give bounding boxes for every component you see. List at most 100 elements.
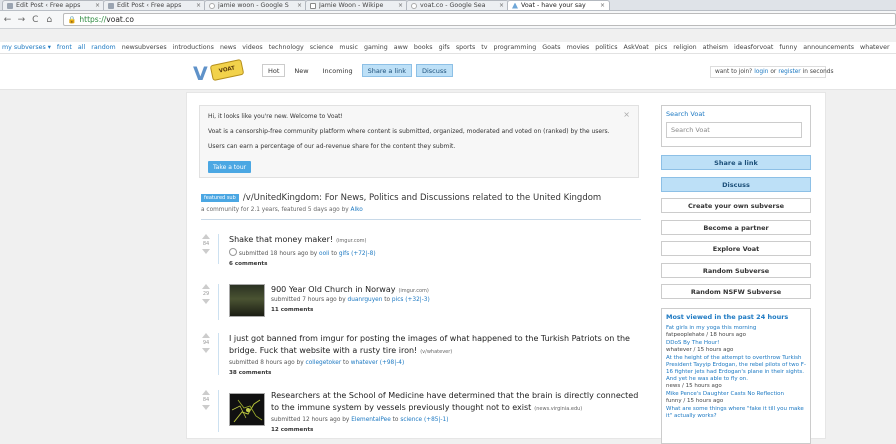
subverse-link[interactable]: whatever bbox=[351, 360, 378, 366]
take-tour-button[interactable]: Take a tour bbox=[208, 161, 251, 173]
subverse-nav-link[interactable]: sports bbox=[456, 44, 475, 51]
post-domain[interactable]: (news.virginia.edu) bbox=[534, 406, 582, 412]
post-title[interactable]: 900 Year Old Church in Norway bbox=[271, 285, 395, 294]
subverse-nav-link[interactable]: aww bbox=[394, 44, 408, 51]
subverse-nav-link[interactable]: religion bbox=[673, 44, 696, 51]
subverse-nav-link[interactable]: newsubverses bbox=[122, 44, 167, 51]
comments-link[interactable]: 12 comments bbox=[271, 427, 645, 433]
subverse-nav-link[interactable]: news bbox=[220, 44, 236, 51]
subverse-nav-link[interactable]: technology bbox=[269, 44, 304, 51]
close-icon[interactable]: × bbox=[623, 110, 630, 119]
featured-user-link[interactable]: Alko bbox=[351, 207, 363, 213]
close-icon[interactable]: × bbox=[196, 2, 201, 9]
most-viewed-link[interactable]: DDoS By The Hour! bbox=[666, 340, 806, 347]
user-link[interactable]: collegetoker bbox=[306, 360, 342, 366]
subverse-nav-link[interactable]: introductions bbox=[173, 44, 214, 51]
browser-tab[interactable]: voat.co - Google Sea× bbox=[406, 0, 509, 10]
most-viewed-link[interactable]: What are some things where "fake it till… bbox=[666, 406, 806, 420]
post-thumbnail[interactable] bbox=[229, 393, 265, 426]
most-viewed-link[interactable]: At the height of the attempt to overthro… bbox=[666, 355, 806, 383]
tab-incoming[interactable]: Incoming bbox=[318, 64, 358, 77]
upvote-arrow-icon[interactable] bbox=[202, 284, 210, 289]
discuss-button[interactable]: Discuss bbox=[661, 177, 811, 192]
upvote-arrow-icon[interactable] bbox=[202, 333, 210, 338]
subverse-link[interactable]: science bbox=[400, 417, 422, 423]
post-domain[interactable]: (v/whatever) bbox=[420, 349, 452, 355]
subverse-link[interactable]: gifs bbox=[339, 251, 349, 257]
subverse-nav-link[interactable]: all bbox=[78, 44, 85, 51]
subverse-nav-link[interactable]: gifs bbox=[439, 44, 450, 51]
subverse-link[interactable]: pics bbox=[392, 297, 404, 303]
subverse-nav-link[interactable]: gaming bbox=[364, 44, 388, 51]
post-thumbnail[interactable] bbox=[229, 284, 265, 317]
upvote-arrow-icon[interactable] bbox=[202, 234, 210, 239]
upvote-arrow-icon[interactable] bbox=[202, 390, 210, 395]
subverse-nav-link[interactable]: ideasforvoat bbox=[734, 44, 773, 51]
close-icon[interactable]: × bbox=[499, 2, 504, 9]
downvote-arrow-icon[interactable] bbox=[202, 405, 210, 410]
share-link-button[interactable]: Share a link bbox=[661, 155, 811, 170]
subverse-nav-link[interactable]: videos bbox=[242, 44, 262, 51]
comments-link[interactable]: 6 comments bbox=[229, 261, 639, 267]
subverse-nav-link[interactable]: random bbox=[91, 44, 115, 51]
close-icon[interactable]: × bbox=[600, 2, 605, 9]
subverse-nav-link[interactable]: books bbox=[414, 44, 433, 51]
voat-logo[interactable]: V VOAT bbox=[193, 59, 251, 83]
featured-title[interactable]: /v/UnitedKingdom: For News, Politics and… bbox=[243, 193, 601, 203]
tab-hot[interactable]: Hot bbox=[262, 64, 285, 77]
subverse-nav-link[interactable]: music bbox=[339, 44, 358, 51]
browser-tab[interactable]: Edit Post ‹ Free apps× bbox=[2, 0, 105, 10]
share-link-button[interactable]: Share a link bbox=[362, 64, 412, 77]
subverse-nav-link[interactable]: funny bbox=[779, 44, 797, 51]
close-icon[interactable]: × bbox=[297, 2, 302, 9]
close-icon[interactable]: × bbox=[398, 2, 403, 9]
downvote-arrow-icon[interactable] bbox=[202, 348, 210, 353]
subverse-nav-link[interactable]: front bbox=[57, 44, 72, 51]
subverse-nav-link[interactable]: whatever bbox=[860, 44, 890, 51]
random-subverse-button[interactable]: Random Subverse bbox=[661, 263, 811, 278]
most-viewed-link[interactable]: Fat girls in my yoga this morning bbox=[666, 325, 806, 332]
register-link[interactable]: register bbox=[778, 69, 800, 75]
search-input[interactable]: Search Voat bbox=[666, 122, 802, 138]
browser-tab-active[interactable]: Voat - have your say× bbox=[507, 0, 610, 10]
comments-link[interactable]: 11 comments bbox=[271, 307, 641, 313]
discuss-button[interactable]: Discuss bbox=[416, 64, 453, 77]
post-domain[interactable]: (imgur.com) bbox=[336, 238, 366, 244]
downvote-arrow-icon[interactable] bbox=[202, 249, 210, 254]
subverse-nav-link[interactable]: politics bbox=[595, 44, 617, 51]
become-partner-button[interactable]: Become a partner bbox=[661, 220, 811, 235]
reload-icon[interactable]: C bbox=[31, 15, 40, 25]
user-link[interactable]: duanrguyen bbox=[348, 297, 383, 303]
subverse-nav-link[interactable]: atheism bbox=[703, 44, 728, 51]
most-viewed-link[interactable]: Mike Pence's Daughter Casts No Reflectio… bbox=[666, 391, 806, 398]
downvote-arrow-icon[interactable] bbox=[202, 299, 210, 304]
tab-new[interactable]: New bbox=[289, 64, 313, 77]
create-subverse-button[interactable]: Create your own subverse bbox=[661, 198, 811, 213]
subverse-nav-link[interactable]: science bbox=[310, 44, 334, 51]
url-field[interactable]: 🔒 https://voat.co bbox=[63, 13, 896, 26]
close-icon[interactable]: × bbox=[95, 2, 100, 9]
forward-arrow-icon[interactable]: → bbox=[17, 15, 26, 25]
subverse-nav-link[interactable]: tv bbox=[481, 44, 487, 51]
user-link[interactable]: ooli bbox=[319, 251, 329, 257]
subverse-nav-link[interactable]: my subverses ▾ bbox=[2, 44, 51, 51]
subverse-nav-link[interactable]: Goats bbox=[542, 44, 560, 51]
login-link[interactable]: login bbox=[754, 69, 768, 75]
subverse-nav-link[interactable]: programming bbox=[493, 44, 536, 51]
subverse-nav-link[interactable]: pics bbox=[655, 44, 668, 51]
subverse-nav-link[interactable]: announcements bbox=[803, 44, 854, 51]
post-domain[interactable]: (imgur.com) bbox=[398, 288, 428, 294]
random-nsfw-subverse-button[interactable]: Random NSFW Subverse bbox=[661, 284, 811, 299]
browser-tab[interactable]: jamie woon - Google S× bbox=[204, 0, 307, 10]
post-title[interactable]: Shake that money maker! bbox=[229, 235, 333, 244]
comments-link[interactable]: 38 comments bbox=[229, 370, 643, 376]
browser-tab[interactable]: Edit Post ‹ Free apps× bbox=[103, 0, 206, 10]
back-arrow-icon[interactable]: ← bbox=[3, 15, 12, 25]
subverse-nav-link[interactable]: movies bbox=[567, 44, 590, 51]
user-link[interactable]: ElementalPee bbox=[351, 417, 391, 423]
explore-voat-button[interactable]: Explore Voat bbox=[661, 241, 811, 256]
post-title[interactable]: Researchers at the School of Medicine ha… bbox=[271, 391, 638, 412]
browser-tab[interactable]: Jamie Woon - Wikipe× bbox=[305, 0, 408, 10]
home-icon[interactable]: ⌂ bbox=[45, 15, 54, 25]
subverse-nav-link[interactable]: AskVoat bbox=[624, 44, 649, 51]
